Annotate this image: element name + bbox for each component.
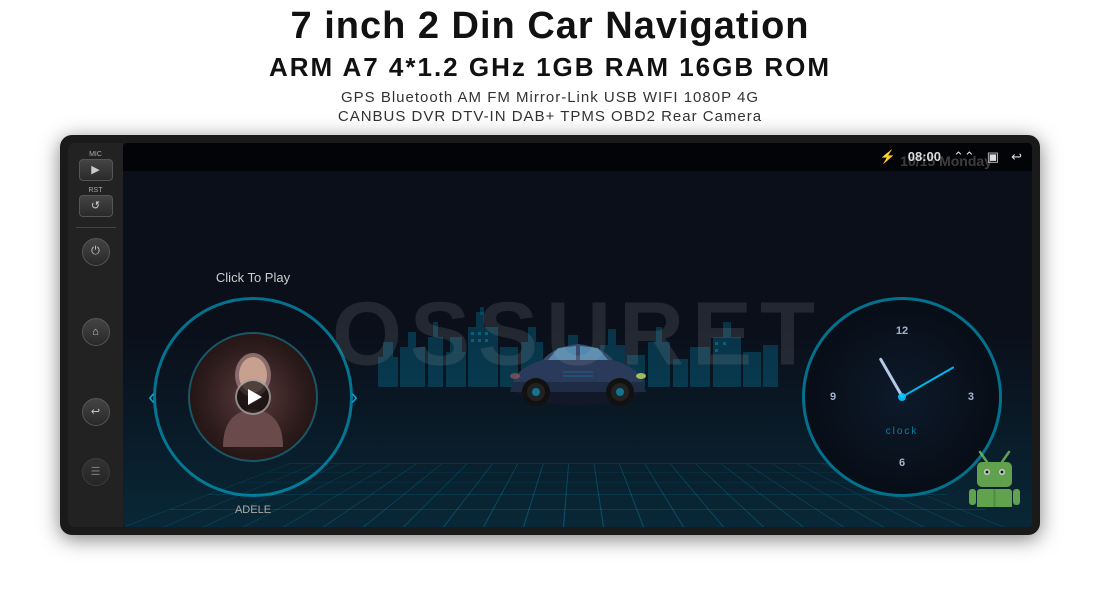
back-nav-icon: ↩ — [1011, 149, 1022, 165]
clock-num-12: 12 — [896, 325, 908, 337]
window-icon: ▣ — [987, 149, 999, 165]
clock-num-9: 9 — [830, 391, 836, 403]
clock-center — [898, 393, 906, 401]
status-time: 08:00 — [908, 149, 941, 164]
mic-button[interactable]: ▶ — [79, 159, 113, 181]
android-logo — [967, 442, 1022, 517]
device-bezel: MIC ▶ RST ↺ ⏻ ⌂ — [60, 135, 1040, 535]
album-art-container — [188, 332, 318, 462]
device-container: MIC ▶ RST ↺ ⏻ ⌂ — [60, 135, 1040, 535]
clock-num-3: 3 — [968, 391, 974, 403]
clock-num-6: 6 — [899, 457, 905, 469]
features-line2: CANBUS DVR DTV-IN DAB+ TPMS OBD2 Rear Ca… — [0, 108, 1100, 125]
rst-label: RST — [89, 187, 103, 194]
clock-minute-hand — [902, 366, 955, 398]
back-icon: ↩ — [91, 405, 100, 418]
clock-label: clock — [886, 426, 919, 437]
power-icon: ⏻ — [91, 245, 100, 258]
menu-icon: ☰ — [91, 465, 101, 478]
page-container: 7 inch 2 Din Car Navigation ARM A7 4*1.2… — [0, 0, 1100, 615]
left-panel: MIC ▶ RST ↺ ⏻ ⌂ — [68, 143, 123, 527]
next-button[interactable]: › — [351, 384, 358, 410]
play-icon — [248, 389, 262, 405]
mic-icon: ▶ — [91, 163, 99, 176]
clock-hour-hand — [878, 357, 903, 397]
mic-label: MIC — [89, 151, 102, 158]
music-circle-outer: ‹ Click To Play — [153, 297, 353, 497]
rst-button[interactable]: ↺ — [79, 195, 113, 217]
music-player: ‹ Click To Play — [153, 297, 353, 497]
back-button[interactable]: ↩ — [82, 398, 110, 426]
click-to-play-label: Click To Play — [216, 270, 290, 285]
menu-button[interactable]: ☰ — [82, 458, 110, 486]
header-section: 7 inch 2 Din Car Navigation ARM A7 4*1.2… — [0, 0, 1100, 125]
separator — [76, 227, 116, 228]
power-button[interactable]: ⏻ — [82, 238, 110, 266]
status-bar: ⚡ 08:00 ⌃⌃ ▣ ↩ — [123, 143, 1032, 171]
song-label: ADELE — [235, 504, 271, 516]
car-image — [498, 332, 658, 412]
bluetooth-icon: ⚡ — [880, 149, 896, 165]
features-line1: GPS Bluetooth AM FM Mirror-Link USB WIFI… — [0, 89, 1100, 106]
signal-up-icon: ⌃⌃ — [953, 149, 975, 165]
home-button[interactable]: ⌂ — [82, 318, 110, 346]
main-screen: ⚡ 08:00 ⌃⌃ ▣ ↩ — [123, 143, 1032, 527]
clock-face: 12 3 6 9 clock — [822, 317, 982, 477]
rst-icon: ↺ — [91, 199, 100, 212]
specs-line: ARM A7 4*1.2 GHz 1GB RAM 16GB ROM — [0, 52, 1100, 83]
home-icon: ⌂ — [92, 326, 99, 338]
prev-button[interactable]: ‹ — [148, 384, 155, 410]
play-button[interactable] — [235, 379, 271, 415]
page-title: 7 inch 2 Din Car Navigation — [0, 6, 1100, 48]
